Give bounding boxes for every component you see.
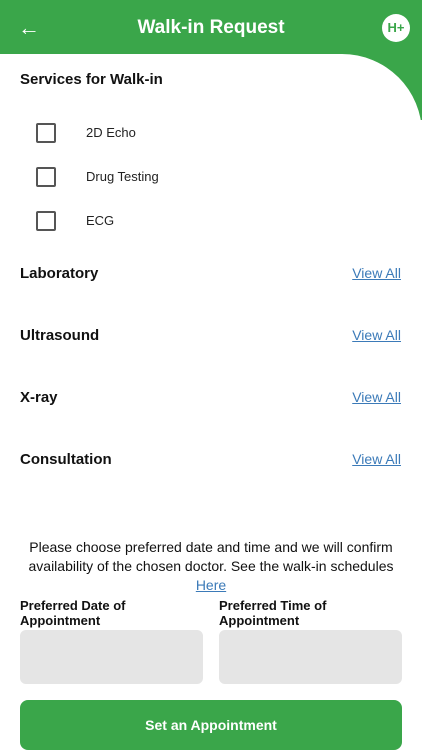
- view-all-consultation-link[interactable]: View All: [352, 451, 401, 467]
- checkbox-label-ecg: ECG: [86, 213, 115, 228]
- time-input[interactable]: [219, 630, 402, 684]
- category-laboratory: Laboratory: [20, 265, 99, 282]
- schedules-here-link[interactable]: Here: [196, 577, 226, 593]
- logo-icon[interactable]: H+: [382, 14, 410, 42]
- notice-text: Please choose preferred date and time an…: [28, 539, 394, 574]
- checkbox-ecg[interactable]: [36, 211, 56, 231]
- date-label: Preferred Date of Appointment: [20, 598, 126, 628]
- view-all-laboratory-link[interactable]: View All: [352, 265, 401, 281]
- view-all-x-ray-link[interactable]: View All: [352, 389, 401, 405]
- date-input[interactable]: [20, 630, 203, 684]
- time-label: Preferred Time of Appointment: [219, 598, 327, 628]
- checkbox-label-drug-testing: Drug Testing: [86, 169, 159, 184]
- set-appointment-button[interactable]: Set an Appointment: [20, 700, 402, 750]
- services-title: Services for Walk-in: [20, 71, 163, 88]
- view-all-ultrasound-link[interactable]: View All: [352, 327, 401, 343]
- checkbox-drug-testing[interactable]: [36, 167, 56, 187]
- category-x-ray: X-ray: [20, 389, 58, 406]
- category-consultation: Consultation: [20, 451, 112, 468]
- category-ultrasound: Ultrasound: [20, 327, 100, 344]
- page-title: Walk-in Request: [137, 17, 285, 38]
- checkbox-2d-echo[interactable]: [36, 123, 56, 143]
- schedule-notice: Please choose preferred date and time an…: [20, 538, 402, 595]
- checkbox-label-2d-echo: 2D Echo: [86, 125, 136, 140]
